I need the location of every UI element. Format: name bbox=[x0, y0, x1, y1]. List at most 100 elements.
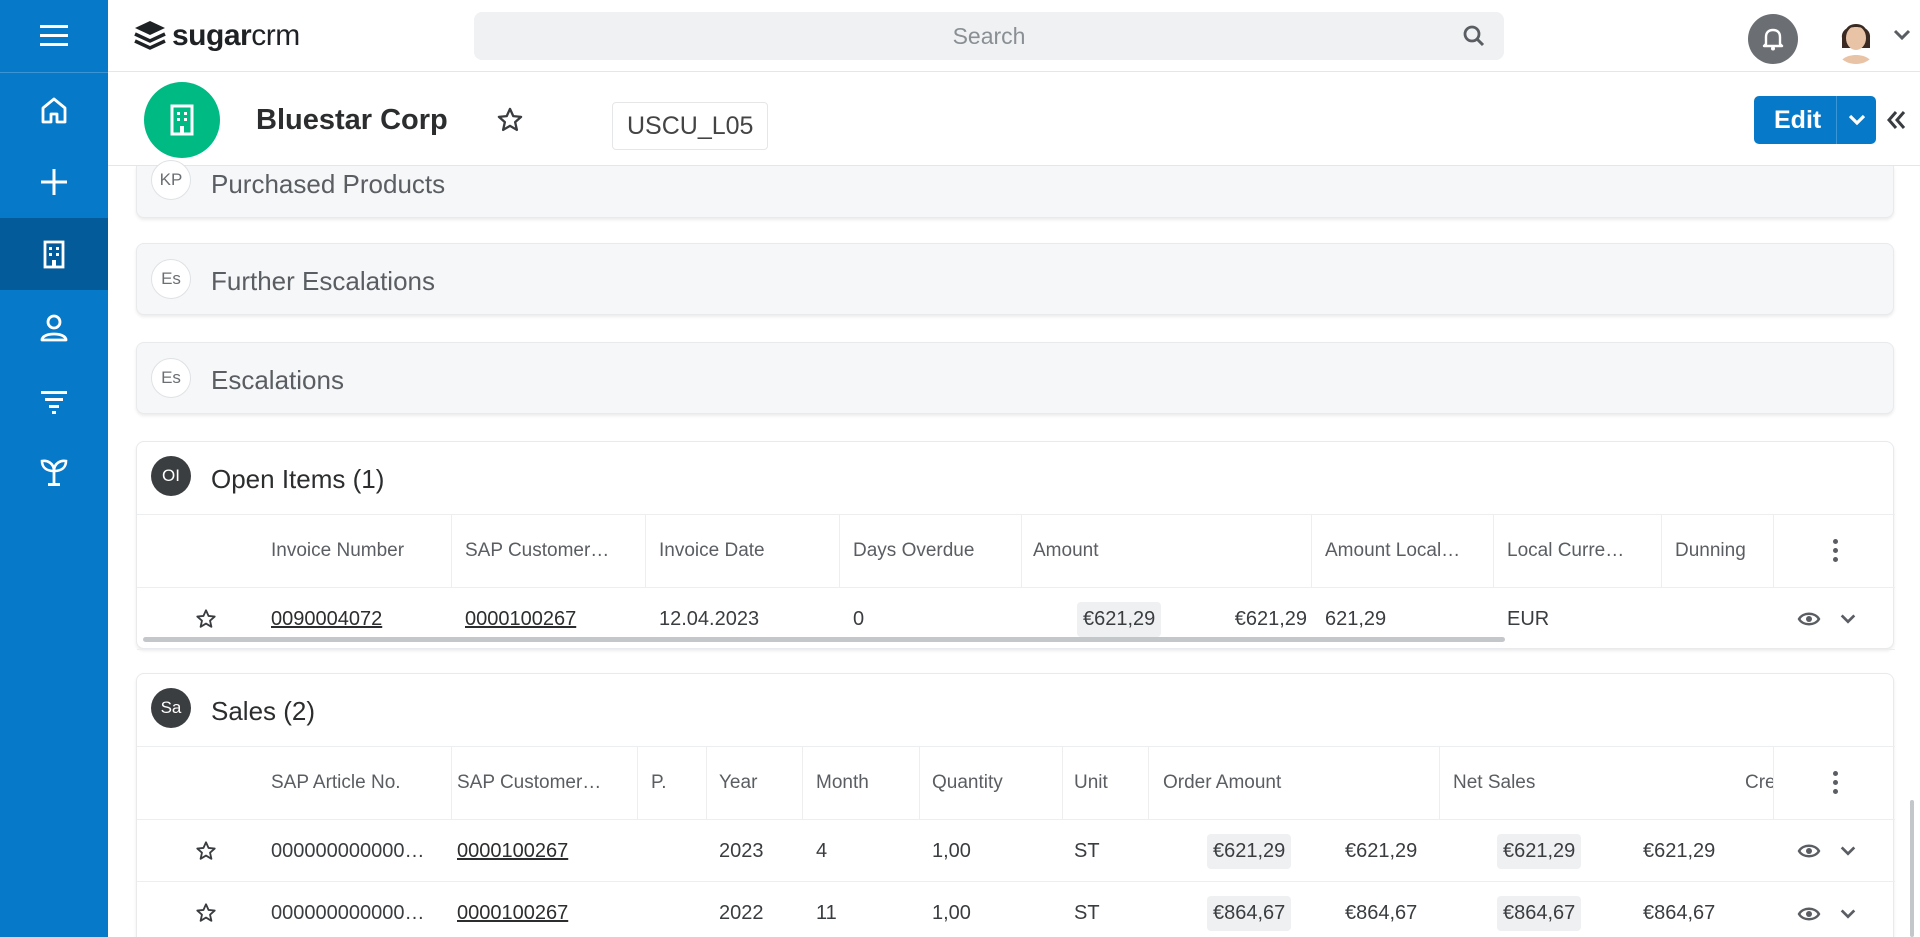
chevron-down-icon[interactable] bbox=[1839, 844, 1857, 858]
month-cell: 4 bbox=[816, 839, 828, 862]
record-header: Bluestar Corp USCU_L05 Edit bbox=[108, 72, 1920, 166]
column-divider[interactable] bbox=[1661, 515, 1662, 587]
panel-further-escalations[interactable]: Es Further Escalations bbox=[136, 243, 1894, 315]
sidebar bbox=[0, 0, 108, 937]
unit-cell: ST bbox=[1074, 901, 1100, 924]
column-header-sap-customer[interactable]: SAP Customer… bbox=[457, 747, 627, 819]
column-divider[interactable] bbox=[802, 747, 803, 819]
eye-icon[interactable] bbox=[1797, 609, 1821, 629]
unit-cell: ST bbox=[1074, 839, 1100, 862]
panel-title[interactable]: Sales (2) bbox=[211, 696, 315, 727]
column-header-dunning[interactable]: Dunning bbox=[1675, 515, 1771, 587]
menu-button[interactable] bbox=[0, 0, 108, 72]
column-divider[interactable] bbox=[1773, 747, 1774, 819]
column-divider[interactable] bbox=[1311, 515, 1312, 587]
chevron-down-icon[interactable] bbox=[1892, 28, 1912, 42]
column-options-kebab-icon[interactable] bbox=[1833, 771, 1838, 794]
column-divider[interactable] bbox=[1773, 515, 1774, 587]
column-divider[interactable] bbox=[919, 747, 920, 819]
sap-article-cell: 000000000000… bbox=[271, 901, 425, 924]
column-header-quantity[interactable]: Quantity bbox=[932, 747, 1052, 819]
sidebar-item-home[interactable] bbox=[0, 74, 108, 146]
panel-open-items: OI Open Items (1) Invoice Number SAP Cus… bbox=[136, 441, 1895, 650]
column-divider[interactable] bbox=[645, 515, 646, 587]
building-icon bbox=[43, 240, 65, 269]
column-header-net-sales[interactable]: Net Sales bbox=[1453, 747, 1653, 819]
invoice-number-link[interactable]: 0090004072 bbox=[271, 608, 382, 631]
column-header-month[interactable]: Month bbox=[816, 747, 916, 819]
panel-title[interactable]: Open Items (1) bbox=[211, 464, 384, 495]
bell-icon bbox=[1762, 28, 1784, 51]
column-divider[interactable] bbox=[451, 515, 452, 587]
sap-customer-link[interactable]: 0000100267 bbox=[465, 608, 576, 631]
sugarcrm-logo[interactable]: sugarcrm bbox=[132, 16, 300, 56]
sidebar-item-filter[interactable] bbox=[0, 364, 108, 436]
notifications-button[interactable] bbox=[1748, 14, 1798, 64]
column-divider[interactable] bbox=[1493, 515, 1494, 587]
column-divider[interactable] bbox=[637, 747, 638, 819]
sidebar-item-create[interactable] bbox=[0, 146, 108, 218]
favorite-star-icon[interactable] bbox=[496, 106, 524, 134]
person-icon bbox=[40, 314, 68, 342]
edit-actions-dropdown[interactable] bbox=[1836, 96, 1876, 144]
column-options-kebab-icon[interactable] bbox=[1833, 539, 1838, 562]
column-header-amount-local[interactable]: Amount Local… bbox=[1325, 515, 1491, 587]
double-chevron-left-icon[interactable] bbox=[1884, 108, 1908, 132]
column-divider[interactable] bbox=[1062, 747, 1063, 819]
column-header-year[interactable]: Year bbox=[719, 747, 799, 819]
sap-customer-link[interactable]: 0000100267 bbox=[457, 840, 568, 863]
column-header-sap-customer[interactable]: SAP Customer… bbox=[465, 515, 645, 587]
vertical-scrollbar[interactable] bbox=[1910, 800, 1914, 937]
column-divider[interactable] bbox=[451, 747, 452, 819]
sidebar-item-accounts[interactable] bbox=[0, 218, 108, 290]
column-header-order-amount[interactable]: Order Amount bbox=[1163, 747, 1423, 819]
column-header-invoice-date[interactable]: Invoice Date bbox=[659, 515, 839, 587]
column-divider[interactable] bbox=[1148, 747, 1149, 819]
column-header-amount[interactable]: Amount bbox=[1033, 515, 1313, 587]
filter-icon bbox=[41, 391, 67, 414]
panel-badge: Es bbox=[151, 259, 191, 299]
chevron-down-icon[interactable] bbox=[1839, 907, 1857, 921]
column-header-cre[interactable]: Cre bbox=[1745, 747, 1773, 819]
eye-icon[interactable] bbox=[1797, 904, 1821, 924]
column-divider[interactable] bbox=[839, 515, 840, 587]
column-divider[interactable] bbox=[1439, 747, 1440, 819]
column-header-unit[interactable]: Unit bbox=[1074, 747, 1144, 819]
panel-badge: Sa bbox=[151, 688, 191, 728]
global-search-input[interactable]: Search bbox=[474, 12, 1504, 60]
logo-text-bold: sugar bbox=[172, 19, 252, 52]
column-header-p[interactable]: P. bbox=[651, 747, 701, 819]
search-icon[interactable] bbox=[1462, 24, 1486, 48]
net-sales-cell: €621,29 bbox=[1643, 839, 1716, 862]
account-avatar bbox=[144, 82, 220, 158]
favorite-star-icon[interactable] bbox=[195, 608, 217, 630]
quantity-cell: 1,00 bbox=[932, 901, 971, 924]
app-root: sugarcrm Search Bluestar Corp USCU_L05 E… bbox=[0, 0, 1920, 937]
edit-button[interactable]: Edit bbox=[1754, 106, 1836, 135]
sidebar-item-sprout[interactable] bbox=[0, 436, 108, 508]
column-header-invoice-number[interactable]: Invoice Number bbox=[271, 515, 451, 587]
chevron-down-icon[interactable] bbox=[1839, 612, 1857, 626]
sidebar-item-contacts[interactable] bbox=[0, 292, 108, 364]
net-sales-cell: €864,67 bbox=[1643, 901, 1716, 924]
panel-badge: OI bbox=[151, 456, 191, 496]
table-row: 0090004072 0000100267 12.04.2023 0 €621,… bbox=[137, 588, 1895, 650]
column-header-days-overdue[interactable]: Days Overdue bbox=[853, 515, 1023, 587]
user-avatar[interactable] bbox=[1832, 14, 1880, 64]
sidebar-divider bbox=[0, 72, 108, 73]
panel-purchased-products[interactable]: KP Purchased Products bbox=[136, 160, 1894, 218]
favorite-star-icon[interactable] bbox=[195, 902, 217, 924]
panel-escalations[interactable]: Es Escalations bbox=[136, 342, 1894, 414]
favorite-star-icon[interactable] bbox=[195, 840, 217, 862]
eye-icon[interactable] bbox=[1797, 841, 1821, 861]
order-amount-cell: €864,67 bbox=[1345, 901, 1418, 924]
chevron-down-icon bbox=[1848, 114, 1865, 126]
horizontal-scrollbar[interactable] bbox=[143, 637, 1505, 642]
column-header-local-currency[interactable]: Local Curre… bbox=[1507, 515, 1659, 587]
column-divider[interactable] bbox=[1021, 515, 1022, 587]
net-sales-pill: €621,29 bbox=[1497, 833, 1582, 869]
sap-customer-link[interactable]: 0000100267 bbox=[457, 902, 568, 925]
column-divider[interactable] bbox=[706, 747, 707, 819]
column-header-sap-article[interactable]: SAP Article No. bbox=[271, 747, 441, 819]
year-cell: 2022 bbox=[719, 901, 764, 924]
